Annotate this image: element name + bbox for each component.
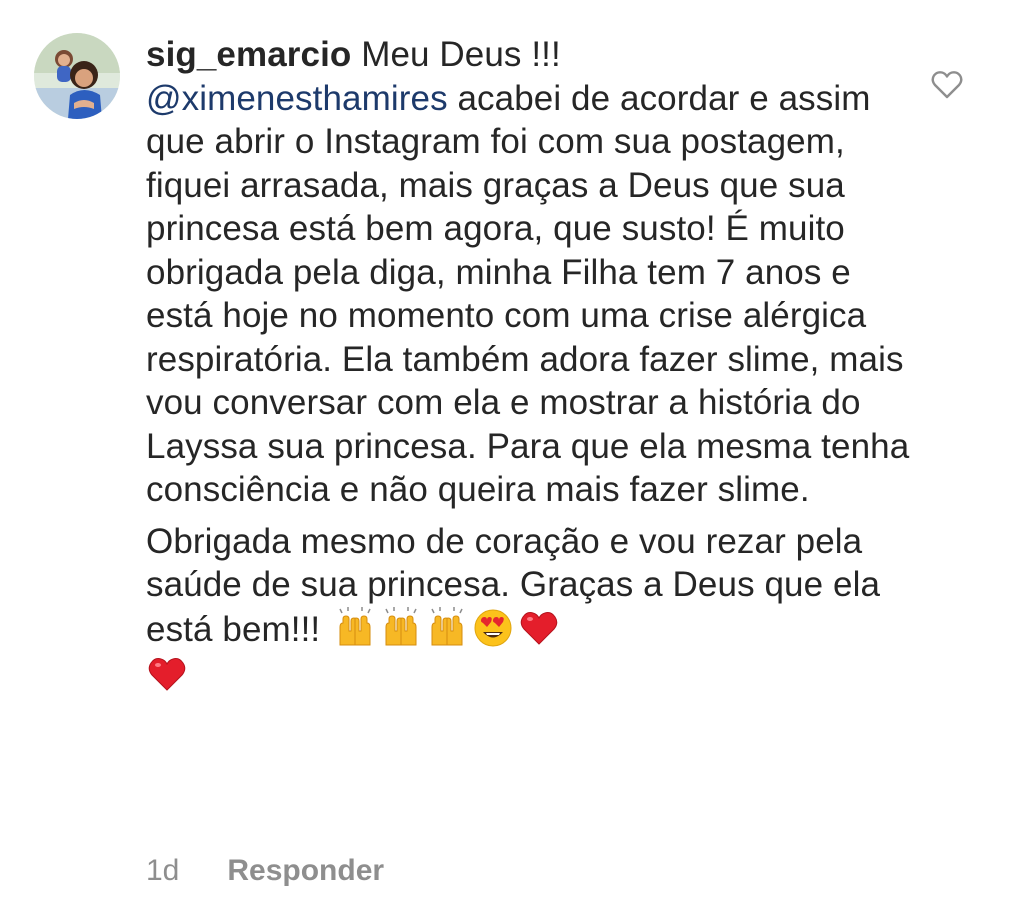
heart-outline-icon[interactable]: [930, 68, 964, 102]
comment-paragraph-1: acabei de acordar e assim que abrir o In…: [146, 78, 910, 510]
comment: sig_emarcio Meu Deus !!! @ximenesthamire…: [0, 0, 1024, 921]
username[interactable]: sig_emarcio: [146, 35, 351, 74]
heart-line: [146, 653, 926, 698]
reply-button[interactable]: Responder: [227, 854, 384, 888]
comment-text: sig_emarcio Meu Deus !!! @ximenesthamire…: [146, 33, 926, 698]
mention-link[interactable]: @ximenesthamires: [146, 79, 448, 118]
comment-first-line: Meu Deus !!!: [361, 35, 561, 74]
heart-eyes-emoji: [472, 607, 514, 649]
comment-footer: 1d Responder: [146, 854, 384, 888]
comment-body: sig_emarcio Meu Deus !!! @ximenesthamire…: [146, 33, 926, 698]
comment-paragraph: sig_emarcio Meu Deus !!! @ximenesthamire…: [146, 33, 926, 512]
raising-hands-emoji: [334, 606, 376, 649]
comment-paragraph: Obrigada mesmo de coração e vou rezar pe…: [146, 520, 926, 698]
avatar-image: [34, 33, 120, 119]
red-heart-emoji: [146, 653, 188, 695]
timestamp: 1d: [146, 854, 180, 887]
emoji-row: [330, 606, 560, 649]
raising-hands-emoji: [380, 606, 422, 649]
avatar[interactable]: [34, 33, 120, 119]
raising-hands-emoji: [426, 606, 468, 649]
red-heart-emoji: [518, 607, 560, 649]
